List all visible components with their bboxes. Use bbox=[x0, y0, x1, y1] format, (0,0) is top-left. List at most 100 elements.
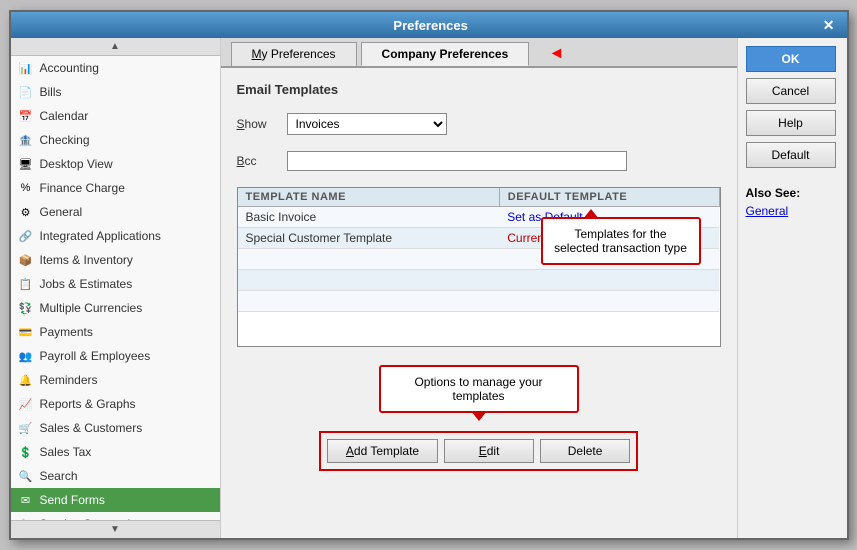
integrated-icon: 🔗 bbox=[17, 227, 35, 245]
sidebar-item-send-forms[interactable]: ✉ Send Forms ◄ bbox=[11, 488, 220, 512]
also-see-section: Also See: General bbox=[746, 186, 839, 218]
calendar-icon: 📅 bbox=[17, 107, 35, 125]
sidebar: ▲ 📊 Accounting 📄 Bills 📅 Calendar bbox=[11, 38, 221, 538]
sidebar-label-checking: Checking bbox=[40, 133, 90, 147]
sidebar-scroll-area: ▲ 📊 Accounting 📄 Bills 📅 Calendar bbox=[11, 38, 220, 538]
bcc-underline: B bbox=[237, 154, 245, 168]
tab-company-preferences-label: Company Preferences bbox=[382, 47, 509, 61]
sidebar-scroll-down[interactable]: ▼ bbox=[11, 520, 220, 538]
template-area: TEMPLATE NAME DEFAULT TEMPLATE Basic Inv… bbox=[237, 187, 721, 347]
show-underline: S bbox=[237, 117, 245, 131]
table-row-empty2 bbox=[238, 270, 720, 291]
desktop-view-icon: 🖥 bbox=[17, 155, 35, 173]
reminders-icon: 🔔 bbox=[17, 371, 35, 389]
sidebar-label-reminders: Reminders bbox=[40, 373, 98, 387]
default-button[interactable]: Default bbox=[746, 142, 836, 168]
sales-customers-icon: 🛒 bbox=[17, 419, 35, 437]
sidebar-item-payroll[interactable]: 👥 Payroll & Employees bbox=[11, 344, 220, 368]
sidebar-item-checking[interactable]: 🏦 Checking bbox=[11, 128, 220, 152]
sidebar-label-jobs: Jobs & Estimates bbox=[40, 277, 133, 291]
edit-rest: dit bbox=[487, 444, 500, 458]
show-row: Show Invoices Estimates Statements Sales… bbox=[237, 113, 721, 135]
payroll-icon: 👥 bbox=[17, 347, 35, 365]
add-rest: dd Template bbox=[354, 444, 419, 458]
multiple-currencies-icon: 💱 bbox=[17, 299, 35, 317]
close-button[interactable]: ✕ bbox=[819, 17, 839, 34]
sidebar-label-accounting: Accounting bbox=[40, 61, 99, 75]
sidebar-item-accounting[interactable]: 📊 Accounting bbox=[11, 56, 220, 80]
sidebar-item-items[interactable]: 📦 Items & Inventory bbox=[11, 248, 220, 272]
bcc-label: Bcc bbox=[237, 154, 277, 168]
tooltip-template: Templates for the selected transaction t… bbox=[541, 217, 701, 265]
tooltip-manage: Options to manage your templates bbox=[379, 365, 579, 413]
delete-label: Delete bbox=[568, 444, 603, 458]
sidebar-item-integrated[interactable]: 🔗 Integrated Applications bbox=[11, 224, 220, 248]
sidebar-label-calendar: Calendar bbox=[40, 109, 89, 123]
bills-icon: 📄 bbox=[17, 83, 35, 101]
sidebar-item-jobs[interactable]: 📋 Jobs & Estimates bbox=[11, 272, 220, 296]
preferences-dialog: Preferences ✕ ▲ 📊 Accounting 📄 Bills bbox=[9, 10, 849, 540]
sidebar-item-payments[interactable]: 💳 Payments bbox=[11, 320, 220, 344]
sidebar-scroll-up[interactable]: ▲ bbox=[11, 38, 220, 56]
ok-button[interactable]: OK bbox=[746, 46, 836, 72]
sidebar-item-sales-customers[interactable]: 🛒 Sales & Customers bbox=[11, 416, 220, 440]
tab-my-preferences-label: M bbox=[252, 47, 262, 61]
cancel-button[interactable]: Cancel bbox=[746, 78, 836, 104]
items-icon: 📦 bbox=[17, 251, 35, 269]
sidebar-item-sales-tax[interactable]: 💲 Sales Tax bbox=[11, 440, 220, 464]
sidebar-label-sales: Sales & Customers bbox=[40, 421, 143, 435]
edit-underline: E bbox=[479, 444, 487, 458]
sidebar-item-calendar[interactable]: 📅 Calendar bbox=[11, 104, 220, 128]
delete-template-button[interactable]: Delete bbox=[540, 439, 630, 463]
sidebar-item-finance-charge[interactable]: % Finance Charge bbox=[11, 176, 220, 200]
add-template-button[interactable]: Add Template bbox=[327, 439, 438, 463]
sales-tax-icon: 💲 bbox=[17, 443, 35, 461]
send-forms-icon: ✉ bbox=[17, 491, 35, 509]
sidebar-item-bills[interactable]: 📄 Bills bbox=[11, 80, 220, 104]
sidebar-label-payments: Payments bbox=[40, 325, 93, 339]
sidebar-item-search[interactable]: 🔍 Search bbox=[11, 464, 220, 488]
sidebar-items-list: 📊 Accounting 📄 Bills 📅 Calendar 🏦 Checki… bbox=[11, 56, 220, 520]
show-select[interactable]: Invoices Estimates Statements Sales Orde… bbox=[287, 113, 447, 135]
sidebar-item-multiple[interactable]: 💱 Multiple Currencies bbox=[11, 296, 220, 320]
dialog-title: Preferences bbox=[43, 18, 819, 33]
sidebar-item-desktop-view[interactable]: 🖥 Desktop View bbox=[11, 152, 220, 176]
col-default-template: DEFAULT TEMPLATE bbox=[499, 188, 719, 207]
template-name-special: Special Customer Template bbox=[238, 228, 500, 249]
template-table-container: TEMPLATE NAME DEFAULT TEMPLATE Basic Inv… bbox=[237, 187, 721, 347]
sidebar-label-integrated: Integrated Applications bbox=[40, 229, 161, 243]
sidebar-label-multiple: Multiple Currencies bbox=[40, 301, 143, 315]
right-panel: OK Cancel Help Default Also See: General bbox=[737, 38, 847, 538]
help-button[interactable]: Help bbox=[746, 110, 836, 136]
sidebar-label-payroll: Payroll & Employees bbox=[40, 349, 151, 363]
tab-arrow-indicator: ◄ bbox=[548, 45, 564, 63]
sidebar-label-send-forms: Send Forms bbox=[40, 493, 105, 507]
jobs-icon: 📋 bbox=[17, 275, 35, 293]
empty-cell bbox=[499, 270, 719, 291]
empty-cell bbox=[238, 249, 500, 270]
bcc-row: Bcc bbox=[237, 151, 721, 171]
also-see-title: Also See: bbox=[746, 186, 839, 200]
empty-cell bbox=[499, 291, 719, 312]
empty-cell bbox=[238, 270, 500, 291]
sidebar-label-items: Items & Inventory bbox=[40, 253, 133, 267]
main-content: My Preferences Company Preferences ◄ Ema… bbox=[221, 38, 737, 538]
payments-icon: 💳 bbox=[17, 323, 35, 341]
tabs-bar: My Preferences Company Preferences ◄ bbox=[221, 38, 737, 68]
empty-cell bbox=[238, 291, 500, 312]
show-label: Show bbox=[237, 117, 277, 131]
tab-company-preferences[interactable]: Company Preferences ◄ bbox=[361, 42, 530, 66]
section-title: Email Templates bbox=[237, 82, 721, 97]
sidebar-label-finance: Finance Charge bbox=[40, 181, 125, 195]
sidebar-item-reports[interactable]: 📈 Reports & Graphs bbox=[11, 392, 220, 416]
bcc-input[interactable] bbox=[287, 151, 627, 171]
tab-my-preferences[interactable]: My Preferences bbox=[231, 42, 357, 66]
also-see-general-link[interactable]: General bbox=[746, 204, 839, 218]
sidebar-item-reminders[interactable]: 🔔 Reminders bbox=[11, 368, 220, 392]
col-template-name: TEMPLATE NAME bbox=[238, 188, 500, 207]
edit-template-button[interactable]: Edit bbox=[444, 439, 534, 463]
sidebar-item-service-connection[interactable]: 🔌 Service Connection bbox=[11, 512, 220, 520]
manage-tooltip-area: Options to manage your templates Add Tem… bbox=[237, 365, 721, 471]
sidebar-item-general[interactable]: ⚙ General bbox=[11, 200, 220, 224]
accounting-icon: 📊 bbox=[17, 59, 35, 77]
